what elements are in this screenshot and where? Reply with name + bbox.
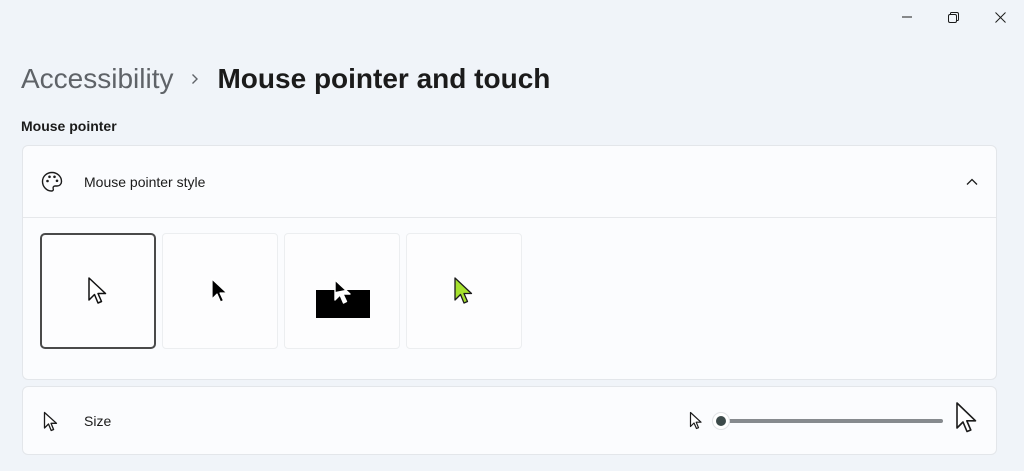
pointer-style-option-custom[interactable] — [406, 233, 522, 349]
pointer-style-header[interactable]: Mouse pointer style — [23, 146, 996, 218]
cursor-custom-icon — [454, 277, 473, 304]
size-slider-thumb[interactable] — [712, 412, 730, 430]
section-title: Mouse pointer — [21, 118, 117, 134]
cursor-inverted-icon — [334, 279, 351, 304]
pointer-style-label: Mouse pointer style — [84, 173, 206, 190]
size-slider-track[interactable] — [720, 419, 943, 423]
page-title: Mouse pointer and touch — [217, 63, 551, 94]
maximize-button[interactable] — [930, 0, 977, 34]
settings-window: Accessibility Mouse pointer and touch Mo… — [0, 0, 1024, 471]
chevron-right-icon — [191, 73, 199, 85]
pointer-style-options — [40, 233, 522, 349]
minimize-button[interactable] — [883, 0, 930, 34]
minimize-icon — [901, 16, 912, 18]
pointer-style-option-white[interactable] — [40, 233, 156, 349]
cursor-small-icon — [689, 411, 702, 430]
breadcrumb-parent-link[interactable]: Accessibility — [21, 63, 173, 95]
chevron-up-icon[interactable] — [962, 173, 982, 191]
cursor-black-icon — [211, 278, 228, 303]
pointer-style-option-black[interactable] — [162, 233, 278, 349]
pointer-style-card: Mouse pointer style — [22, 145, 997, 380]
cursor-white-icon — [88, 277, 107, 304]
window-controls — [883, 0, 1024, 34]
restore-icon — [948, 11, 959, 23]
pointer-style-option-inverted[interactable] — [284, 233, 400, 349]
palette-icon — [41, 171, 63, 192]
cursor-large-icon — [956, 402, 977, 433]
size-label: Size — [84, 413, 112, 429]
slider-thumb-dot — [716, 416, 726, 426]
close-icon — [995, 11, 1006, 23]
breadcrumb: Accessibility Mouse pointer and touch — [21, 58, 550, 100]
cursor-size-icon — [43, 411, 58, 432]
pointer-size-card: Size — [22, 386, 997, 455]
close-button[interactable] — [977, 0, 1024, 34]
